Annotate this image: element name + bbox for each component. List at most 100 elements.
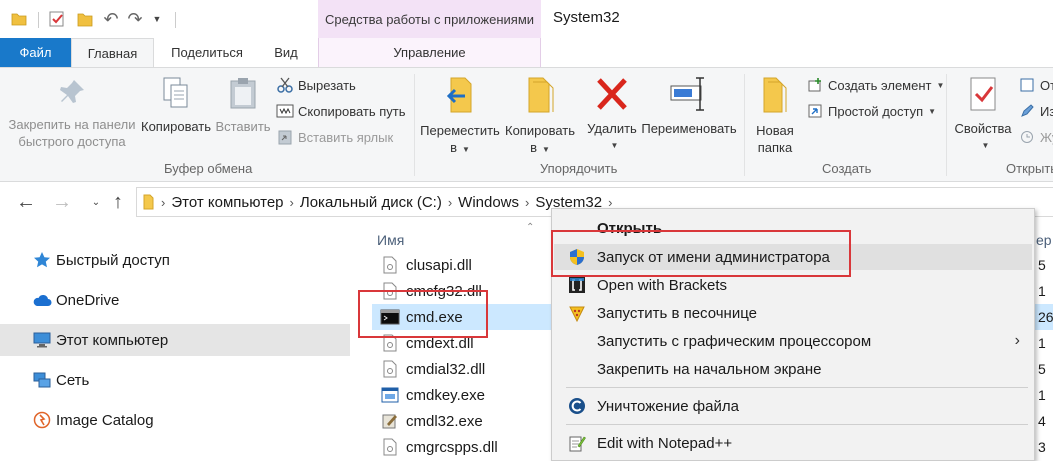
tab-view[interactable]: Вид (263, 38, 309, 68)
tab-home[interactable]: Главная (71, 38, 154, 68)
copy-path-button[interactable]: Скопировать путь (276, 100, 406, 122)
exe-window-icon (380, 385, 400, 405)
ccleaner-icon (568, 397, 586, 415)
paste-shortcut-button[interactable]: Вставить ярлык (276, 126, 393, 148)
easy-access-icon (806, 102, 824, 120)
tab-share[interactable]: Поделиться (160, 38, 254, 68)
breadcrumb-this-pc[interactable]: Этот компьютер (171, 194, 283, 211)
menu-item-run-with-gpu[interactable]: Запустить с графическим процессором › (554, 328, 1032, 354)
menu-item-pin-to-start[interactable]: Закрепить на начальном экране (554, 356, 1032, 382)
copy-to-icon (502, 76, 578, 118)
properties-icon (952, 76, 1014, 116)
exe-tool-icon (380, 411, 400, 431)
group-label-open: Открыть (1006, 161, 1053, 176)
dll-file-icon (380, 281, 400, 301)
cut-button[interactable]: Вырезать (276, 74, 356, 96)
column-header-name[interactable]: Имя (377, 232, 404, 248)
group-label-new: Создать (822, 161, 872, 176)
partial-column-cell: 1 (1038, 387, 1046, 403)
pin-icon (6, 76, 138, 112)
edit-icon (1018, 102, 1036, 120)
back-arrow-icon[interactable]: ← (14, 190, 38, 214)
open-button-partial[interactable]: От (1018, 74, 1053, 96)
nav-item-network[interactable]: Сеть (0, 364, 350, 396)
menu-item-edit-notepadpp[interactable]: Edit with Notepad++ (554, 430, 1032, 456)
easy-access-button[interactable]: Простой доступ ▼ (806, 100, 936, 122)
menu-item-open-with-brackets[interactable]: Open with Brackets (554, 272, 1032, 298)
new-item-button[interactable]: Создать элемент ▼ (806, 74, 944, 96)
recent-locations-icon[interactable]: ⌄ (84, 190, 108, 214)
brackets-icon (568, 276, 586, 294)
up-arrow-icon[interactable]: ↑ (106, 190, 130, 214)
properties-button[interactable]: Свойства ▼ (952, 76, 1014, 154)
partial-column-cell: 1 (1038, 335, 1046, 351)
rename-button[interactable]: Переименовать (640, 76, 738, 137)
move-to-label: Переместить (420, 123, 500, 138)
group-label-organize: Упорядочить (540, 161, 618, 176)
new-folder-quick-icon[interactable] (74, 8, 96, 30)
undo-icon[interactable]: ↶ (100, 8, 122, 30)
move-to-button[interactable]: Переместить в ▼ (420, 76, 500, 158)
nav-item-onedrive[interactable]: OneDrive (0, 284, 350, 316)
nav-item-label: Быстрый доступ (56, 251, 170, 269)
file-name: cmcfg32.dll (406, 282, 482, 300)
edit-button-partial[interactable]: Из (1018, 100, 1053, 122)
dropdown-arrow-icon: ▼ (936, 80, 945, 90)
breadcrumb-separator: › (289, 194, 294, 210)
nav-item-label: Сеть (56, 371, 90, 389)
menu-item-run-in-sandbox[interactable]: Запустить в песочнице (554, 300, 1032, 326)
copy-to-label: Копировать (505, 123, 575, 138)
dropdown-arrow-icon: ▼ (981, 141, 990, 150)
group-divider (946, 74, 947, 176)
nav-item-label: OneDrive (56, 291, 120, 309)
breadcrumb-windows[interactable]: Windows (458, 194, 519, 211)
nav-item-label: Image Catalog (56, 411, 154, 429)
menu-item-run-as-admin[interactable]: Запуск от имени администратора (554, 244, 1032, 270)
menu-separator (566, 424, 1028, 425)
dll-file-icon (380, 359, 400, 379)
forward-arrow-icon[interactable]: → (50, 190, 74, 214)
nav-item-this-pc[interactable]: Этот компьютер (0, 324, 350, 356)
copy-to-button[interactable]: Копировать в ▼ (502, 76, 578, 158)
tab-manage[interactable]: Управление (318, 38, 541, 68)
group-divider (414, 74, 415, 176)
contextual-tab-group: Средства работы с приложениями (318, 0, 541, 38)
folder-icon (8, 8, 30, 30)
sort-caret-icon: ⌃ (526, 222, 535, 233)
file-name: cmd.exe (406, 308, 463, 326)
new-item-icon (806, 76, 824, 94)
redo-icon[interactable]: ↷ (124, 8, 146, 30)
menu-item-shred-file[interactable]: Уничтожение файла (554, 393, 1032, 419)
file-name: cmdkey.exe (406, 386, 485, 404)
customize-toolbar-icon[interactable]: ▼ (150, 8, 164, 30)
copy-button[interactable]: Копировать (138, 76, 214, 135)
new-folder-button[interactable]: Новая папка (750, 76, 800, 156)
paste-button[interactable]: Вставить (214, 76, 272, 135)
tab-file[interactable]: Файл (0, 38, 71, 68)
menu-item-open[interactable]: Открыть (554, 215, 1032, 241)
nav-item-image-catalog[interactable]: Image Catalog (0, 404, 350, 436)
properties-quick-icon[interactable] (46, 8, 68, 30)
nav-item-quick-access[interactable]: Быстрый доступ (0, 244, 350, 276)
copy-path-label: Скопировать путь (298, 103, 406, 119)
paste-shortcut-label: Вставить ярлык (298, 129, 394, 145)
file-name: cmdl32.exe (406, 412, 483, 430)
delete-button[interactable]: Удалить ▼ (584, 76, 640, 154)
history-button-partial[interactable]: Жу (1018, 126, 1053, 148)
column-header-partial[interactable]: ер (1036, 232, 1052, 248)
breadcrumb-local-disk[interactable]: Локальный диск (C:) (300, 194, 442, 211)
pin-quick-access-button[interactable]: Закрепить на панели быстрого доступа (6, 76, 138, 150)
partial-column-cell: 5 (1038, 361, 1046, 377)
new-folder-label-line2: папка (757, 140, 793, 155)
properties-label: Свойства (954, 121, 1012, 136)
cut-label: Вырезать (298, 77, 356, 93)
partial-column-cell: 3 (1038, 439, 1046, 455)
partial-column-cell: 5 (1038, 257, 1046, 273)
menu-item-label: Запустить в песочнице (597, 304, 757, 322)
scissors-icon (276, 76, 294, 94)
group-divider (744, 74, 745, 176)
rename-icon (640, 76, 738, 116)
history-label-partial: Жу (1040, 129, 1053, 145)
rename-label: Переименовать (641, 121, 737, 136)
file-name: clusapi.dll (406, 256, 472, 274)
